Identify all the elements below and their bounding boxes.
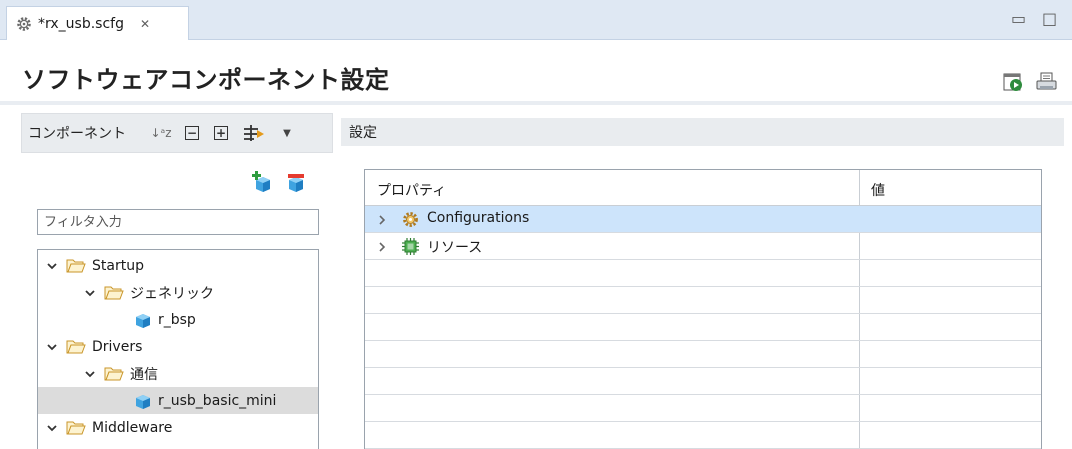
add-component-icon[interactable] <box>251 171 273 195</box>
property-label: リソース <box>427 240 483 256</box>
chevron-down-icon[interactable] <box>46 260 58 272</box>
property-row-empty <box>365 341 1041 368</box>
settings-panel-title: 設定 <box>349 125 377 141</box>
property-row-empty <box>365 368 1041 395</box>
tree-item-startup[interactable]: Startup <box>38 252 318 279</box>
folder-open-icon <box>66 340 86 354</box>
view-menu-icon[interactable]: ▼ <box>280 124 294 142</box>
maximize-button[interactable]: □ <box>1042 9 1057 28</box>
folder-open-icon <box>66 421 86 435</box>
editor-tab-title: *rx_usb.scfg <box>38 15 124 32</box>
editor-tab-strip: *rx_usb.scfg ✕ ▭ □ <box>0 0 1072 40</box>
gear-icon <box>17 16 31 31</box>
filter-input[interactable] <box>37 209 319 235</box>
run-config-icon[interactable] <box>1003 72 1025 92</box>
remove-component-icon[interactable] <box>285 171 307 195</box>
tree-item-r-usb-basic-mini[interactable]: r_usb_basic_mini <box>38 387 318 414</box>
chip-icon <box>402 238 419 255</box>
property-row-empty <box>365 422 1041 449</box>
minimize-button[interactable]: ▭ <box>1011 9 1026 28</box>
component-tree: Startup ジェネリック r_bsp Drivers 通信 r_usb_ba… <box>37 249 319 449</box>
editor-tab[interactable]: *rx_usb.scfg ✕ <box>6 6 189 40</box>
component-panel: コンポーネント ↓ᵃz − + ▼ Startup <box>0 105 335 449</box>
chevron-down-icon[interactable] <box>46 422 58 434</box>
component-panel-title: コンポーネント <box>28 126 126 142</box>
tree-item-generic[interactable]: ジェネリック <box>38 279 318 306</box>
tree-item-r-bsp[interactable]: r_bsp <box>38 306 318 333</box>
tree-item-label: Middleware <box>92 419 173 436</box>
property-grid-header: プロパティ 値 <box>365 170 1041 206</box>
chevron-down-icon[interactable] <box>84 287 96 299</box>
property-grid: プロパティ 値 Configurations リソース <box>364 169 1042 449</box>
component-cube-icon <box>136 394 150 409</box>
print-icon[interactable] <box>1036 72 1058 92</box>
chevron-right-icon[interactable] <box>377 241 387 253</box>
folder-open-icon <box>104 367 124 381</box>
expand-all-icon[interactable]: + <box>214 124 228 142</box>
column-header-property[interactable]: プロパティ <box>377 180 446 200</box>
tree-item-label: 通信 <box>130 366 158 383</box>
property-row-empty <box>365 260 1041 287</box>
gear-icon <box>403 212 418 227</box>
property-row-empty <box>365 395 1041 422</box>
tree-item-middleware[interactable]: Middleware <box>38 414 318 441</box>
tree-item-label: r_usb_basic_mini <box>158 392 277 409</box>
sort-az-icon[interactable]: ↓ᵃz <box>150 124 172 142</box>
tree-item-label: Startup <box>92 257 144 274</box>
settings-panel-header: 設定 <box>341 118 1064 146</box>
property-row-configurations[interactable]: Configurations <box>365 206 1041 233</box>
column-header-value[interactable]: 値 <box>871 180 885 200</box>
tree-item-label: r_bsp <box>158 311 196 328</box>
property-row-empty <box>365 314 1041 341</box>
tree-item-communication[interactable]: 通信 <box>38 360 318 387</box>
property-label: Configurations <box>427 210 530 226</box>
collapse-all-icon[interactable]: − <box>185 124 199 142</box>
filter-icon[interactable] <box>242 124 266 142</box>
chevron-right-icon[interactable] <box>377 214 387 226</box>
chevron-down-icon[interactable] <box>84 368 96 380</box>
tree-item-drivers[interactable]: Drivers <box>38 333 318 360</box>
property-row-resources[interactable]: リソース <box>365 233 1041 260</box>
tree-item-label: Drivers <box>92 338 143 355</box>
close-icon[interactable]: ✕ <box>140 17 150 31</box>
page-title: ソフトウェアコンポーネント設定 <box>22 66 390 94</box>
tree-item-label: ジェネリック <box>130 285 214 302</box>
folder-open-icon <box>66 259 86 273</box>
chevron-down-icon[interactable] <box>46 341 58 353</box>
component-cube-icon <box>136 313 150 328</box>
property-row-empty <box>365 287 1041 314</box>
folder-open-icon <box>104 286 124 300</box>
